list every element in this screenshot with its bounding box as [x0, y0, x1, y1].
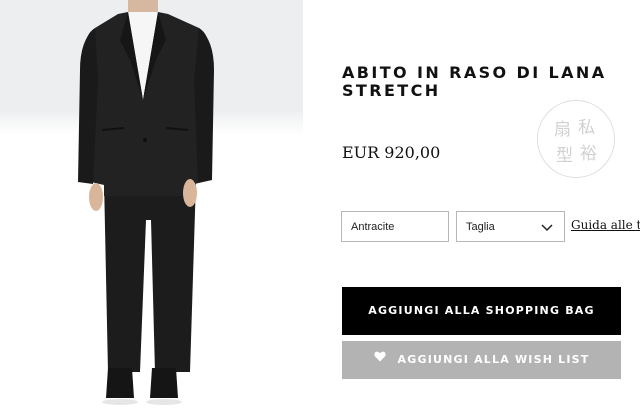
product-image	[0, 0, 303, 411]
color-value: Antracite	[351, 221, 395, 233]
heart-icon	[373, 340, 386, 378]
color-selector[interactable]: Antracite	[341, 211, 449, 242]
size-guide-link-clip: Guida alle taglie	[571, 210, 640, 240]
add-to-bag-label: AGGIUNGI ALLA SHOPPING BAG	[368, 304, 595, 317]
add-to-wishlist-label: AGGIUNGI ALLA WISH LIST	[397, 353, 590, 366]
add-to-wishlist-button[interactable]: AGGIUNGI ALLA WISH LIST	[342, 341, 621, 379]
product-title: ABITO IN RASO DI LANA STRETCH	[342, 63, 607, 100]
product-price: EUR 920,00	[342, 143, 441, 162]
size-placeholder: Taglia	[466, 221, 495, 233]
size-guide-link[interactable]: Guida alle taglie	[571, 218, 640, 232]
add-to-bag-button[interactable]: AGGIUNGI ALLA SHOPPING BAG	[342, 287, 621, 335]
size-dropdown[interactable]: Taglia	[456, 211, 565, 242]
suit-model-illustration	[78, 0, 214, 405]
chevron-down-icon	[541, 223, 553, 235]
decorative-seal-stamp: 扇 私 型 裕	[537, 100, 615, 178]
